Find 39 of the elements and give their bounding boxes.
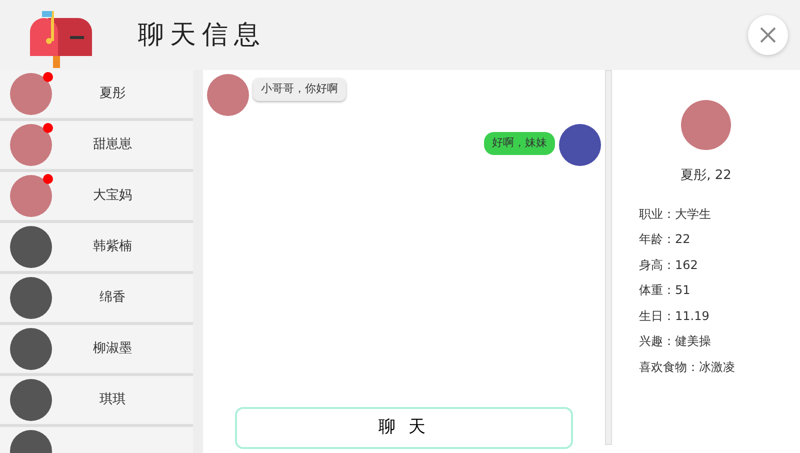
profile-avatar	[681, 100, 731, 150]
profile-detail: 年龄：22	[639, 231, 692, 248]
contact-name: 柳淑墨	[92, 340, 133, 358]
contact-name: 韩紫楠	[92, 238, 133, 256]
avatar	[10, 226, 52, 268]
contact-name: 夏彤	[98, 85, 126, 104]
profile-detail: 生日：11.19	[639, 308, 710, 324]
profile-detail: 职业：大学生	[639, 206, 712, 222]
message-bubble: 小哥哥，你好啊	[253, 78, 346, 100]
contact-name: 大宝妈	[92, 187, 133, 206]
avatar	[10, 328, 52, 370]
avatar	[10, 175, 52, 217]
close-button[interactable]	[748, 15, 788, 55]
contact-item[interactable]: 柳淑墨	[0, 325, 193, 376]
contact-item[interactable]: 大宝妈	[0, 172, 193, 223]
contact-avatar	[207, 74, 249, 116]
contact-item[interactable]: 琪琪	[0, 376, 193, 427]
user-avatar	[559, 124, 601, 166]
avatar	[10, 277, 52, 319]
contact-item[interactable]: 韩紫楠	[0, 223, 193, 274]
contact-name: 甜崽崽	[92, 136, 133, 154]
avatar	[10, 379, 52, 421]
profile-detail: 身高：162	[639, 256, 699, 274]
contact-item[interactable]: 绵香	[0, 274, 193, 325]
contact-name: 琪琪	[98, 391, 126, 410]
close-icon	[760, 27, 776, 43]
contact-item[interactable]: 夏彤	[0, 70, 193, 121]
contact-item[interactable]: 甜崽崽	[0, 121, 193, 172]
scrollbar[interactable]	[605, 70, 612, 445]
window-title: 聊天信息	[138, 18, 266, 52]
profile-detail: 喜欢食物：冰激凌	[639, 358, 736, 376]
avatar	[10, 73, 52, 115]
profile-name: 夏彤, 22	[680, 167, 732, 185]
avatar	[10, 124, 52, 166]
chat-button[interactable]: 聊 天	[235, 407, 573, 449]
profile-detail: 体重：51	[639, 282, 692, 299]
message-bubble: 好啊，妹妹	[484, 132, 555, 154]
contact-name: 绵香	[98, 289, 126, 308]
profile-detail: 兴趣：健美操	[639, 333, 712, 350]
